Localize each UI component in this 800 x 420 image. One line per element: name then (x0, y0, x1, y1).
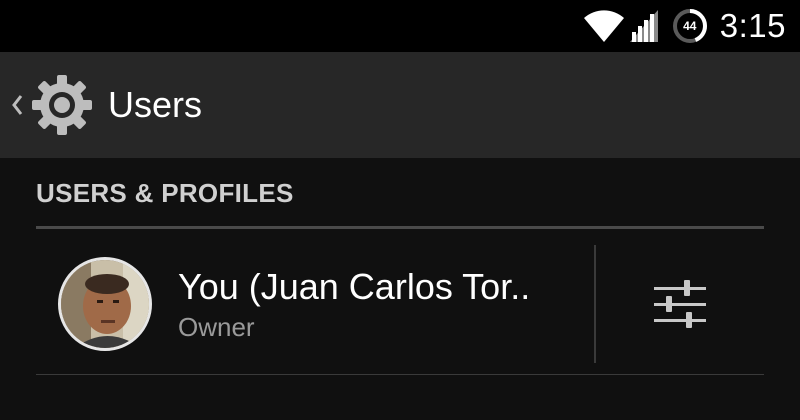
users-settings-screen: 44 3:15 Users USERS & PROFILES You (Juan… (0, 0, 800, 420)
battery-icon: 44 (672, 8, 708, 44)
user-settings-button[interactable] (596, 236, 764, 372)
status-icons: 44 3:15 (582, 0, 786, 52)
battery-level: 44 (683, 19, 697, 33)
user-entry[interactable]: You (Juan Carlos Tor.. Owner (36, 236, 594, 372)
user-name: You (Juan Carlos Tor.. (178, 265, 531, 307)
section-divider (36, 226, 764, 229)
sliders-icon (654, 280, 706, 328)
user-text: You (Juan Carlos Tor.. Owner (178, 266, 530, 343)
wifi-icon (583, 10, 624, 42)
user-list-item: You (Juan Carlos Tor.. Owner (36, 236, 764, 372)
clock: 3:15 (719, 7, 786, 44)
page-title: Users (108, 84, 203, 125)
row-divider (36, 374, 764, 375)
user-role: Owner (178, 311, 255, 342)
action-bar: Users (0, 52, 800, 158)
status-bar: 44 3:15 (0, 0, 800, 52)
avatar (58, 257, 152, 351)
up-navigation-button[interactable] (0, 52, 104, 158)
section-header: USERS & PROFILES (36, 178, 294, 208)
settings-gear-icon (32, 75, 92, 135)
back-chevron-icon (12, 95, 23, 115)
signal-icon (629, 10, 658, 42)
